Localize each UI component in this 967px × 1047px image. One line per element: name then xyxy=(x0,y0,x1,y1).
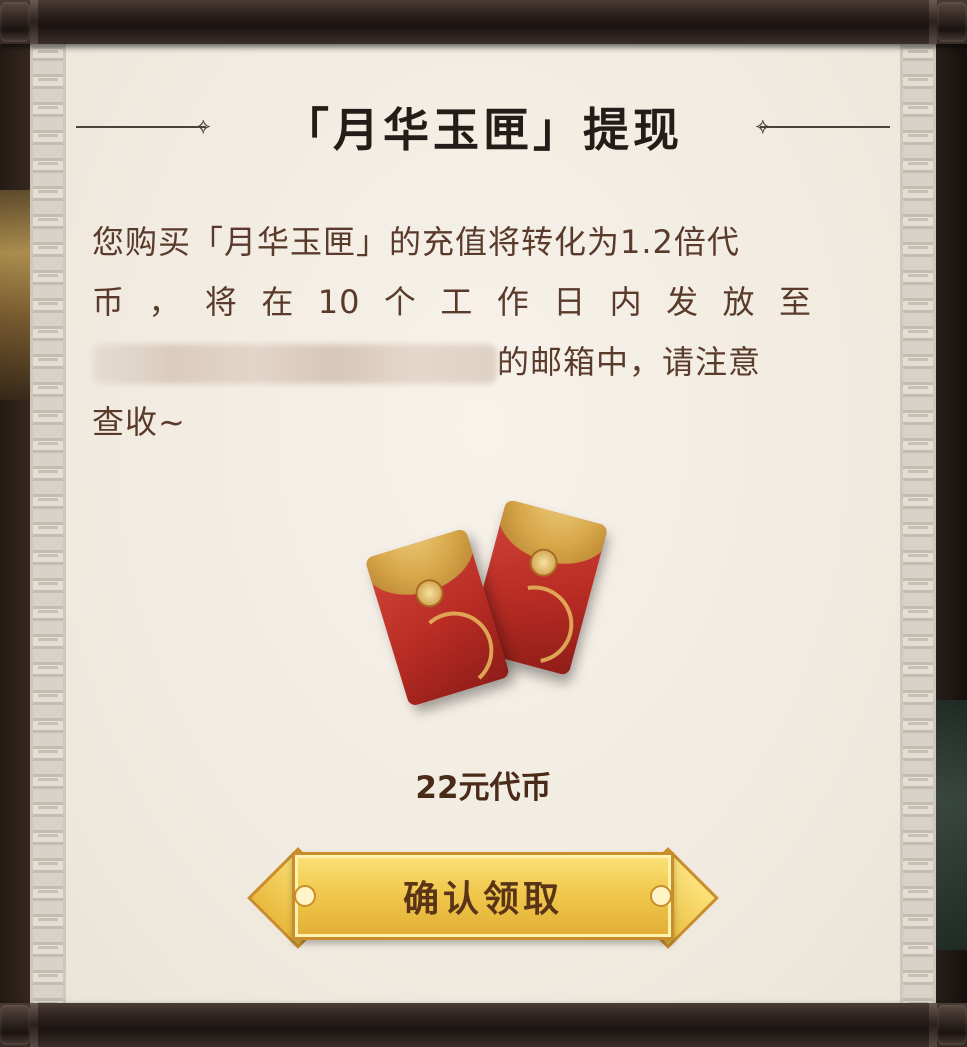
message-word: ， xyxy=(148,283,182,321)
message-word: 发 xyxy=(666,283,700,321)
reward-amount-label: 22元代币 xyxy=(415,770,552,806)
message-word: 放 xyxy=(722,283,756,321)
dialog-message: 您购买「月华玉匣」的充值将转化为1.2倍代 币 ， 将 在 10 个 工 作 日… xyxy=(92,212,812,452)
message-word: 个 xyxy=(383,283,417,321)
message-line-2: 币 ， 将 在 10 个 工 作 日 内 发 放 至 xyxy=(92,272,812,332)
message-line-4: 查收~ xyxy=(92,403,186,441)
dialog-title: 「月华玉匣」提现 xyxy=(283,103,683,157)
message-line-3: 的邮箱中，请注意 xyxy=(92,332,812,392)
background-decoration-left xyxy=(0,190,34,400)
background-decoration-right xyxy=(933,700,967,950)
message-word: 日 xyxy=(553,283,587,321)
rod-cap-left xyxy=(0,1005,30,1045)
message-word: 将 xyxy=(204,283,238,321)
rod-cap-right xyxy=(937,1005,967,1045)
title-divider-right xyxy=(760,126,890,128)
message-word: 工 xyxy=(440,283,474,321)
confirm-claim-button[interactable]: 确认领取 xyxy=(247,847,719,949)
message-word: 内 xyxy=(609,283,643,321)
title-row: ⟡ 「月华玉匣」提现 ⟡ xyxy=(66,92,900,162)
fret-border-left xyxy=(30,40,66,1008)
rod-cap-right xyxy=(937,2,967,42)
message-word: 作 xyxy=(496,283,530,321)
rod-ring xyxy=(929,1003,937,1047)
rod-ring xyxy=(30,0,38,44)
message-word: 至 xyxy=(778,283,812,321)
title-divider-left xyxy=(76,126,206,128)
red-envelopes-icon xyxy=(330,460,610,720)
message-line-1: 您购买「月华玉匣」的充值将转化为1.2倍代 xyxy=(92,223,740,261)
message-word: 在 xyxy=(261,283,295,321)
rod-ring xyxy=(929,0,937,44)
redacted-email xyxy=(92,344,497,384)
scroll-rod-top xyxy=(0,0,967,44)
message-line-3-text: 的邮箱中，请注意 xyxy=(497,343,762,381)
confirm-button-label: 确认领取 xyxy=(402,878,563,920)
rod-ring xyxy=(30,1003,38,1047)
rod-cap-left xyxy=(0,2,30,42)
message-word: 币 xyxy=(92,283,126,321)
knot-ornament-icon: ⟡ xyxy=(196,114,211,139)
fret-border-right xyxy=(900,40,936,1008)
scroll-rod-bottom xyxy=(0,1003,967,1047)
message-word: 10 xyxy=(317,283,361,321)
red-envelope-front xyxy=(364,528,511,707)
